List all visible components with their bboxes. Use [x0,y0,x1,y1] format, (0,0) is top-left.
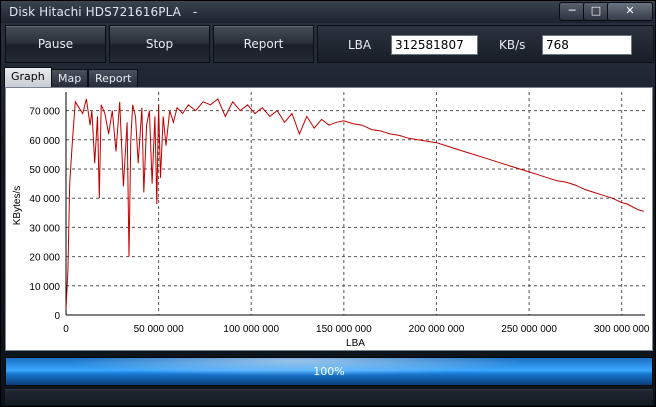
y-tick-label: 40 000 [29,194,60,205]
progress-text: 100% [313,365,345,378]
stop-button[interactable]: Stop [109,25,210,63]
tab-bar: Graph Map Report [4,67,654,87]
speed-chart: 0 10 000 20 000 30 000 40 000 50 000 60 000 70 … [12,92,650,349]
y-tick-label: 10 000 [29,282,60,293]
lba-field[interactable]: 312581807 [391,35,478,55]
x-tick-label: 50 000 000 [134,324,184,335]
y-tick-label: 20 000 [29,253,60,264]
minimize-icon: ─ [568,4,576,17]
title-bar[interactable]: Disk Hitachi HDS721616PLA - ─ □ ✕ [1,1,655,23]
x-tick-label: 100 000 000 [223,324,279,335]
kbs-label: KB/s [499,38,526,52]
minimize-button[interactable]: ─ [559,2,585,21]
x-tick-label: 0 [63,324,69,335]
toolbar: Pause Stop Report LBA 312581807 KB/s 768 [4,25,654,65]
close-button[interactable]: ✕ [607,2,653,21]
x-tick-label: 150 000 000 [316,324,372,335]
tab-map[interactable]: Map [51,69,89,87]
tab-report[interactable]: Report [88,69,139,87]
info-panel: LBA 312581807 KB/s 768 [317,25,654,63]
window-title-suffix: - [192,5,198,19]
progress-bar: 100% [5,357,653,386]
kbs-field[interactable]: 768 [542,35,632,55]
x-tick-label: 300 000 000 [594,324,650,335]
report-button[interactable]: Report [213,25,314,63]
x-axis-label: LBA [346,338,365,349]
maximize-icon: □ [590,4,602,17]
y-tick-label: 0 [54,311,60,322]
y-tick-label: 70 000 [29,107,60,118]
maximize-button[interactable]: □ [583,2,609,21]
status-bar [5,389,653,405]
close-icon: ✕ [625,4,635,17]
pause-button[interactable]: Pause [5,25,106,63]
app-window: Disk Hitachi HDS721616PLA - ─ □ ✕ Pause … [0,0,656,407]
y-axis-label: KBytes/s [12,186,23,225]
y-tick-label: 50 000 [29,165,60,176]
x-tick-label: 250 000 000 [501,324,557,335]
x-tick-label: 200 000 000 [409,324,465,335]
window-title: Disk Hitachi HDS721616PLA - [9,5,197,19]
speed-series-line [65,98,645,310]
graph-panel: 0 10 000 20 000 30 000 40 000 50 000 60 000 70 … [5,87,653,351]
window-title-text: Disk Hitachi HDS721616PLA [9,5,181,19]
y-tick-label: 30 000 [29,223,60,234]
y-tick-label: 60 000 [29,136,60,147]
tab-graph[interactable]: Graph [4,67,52,87]
lba-label: LBA [348,38,372,52]
